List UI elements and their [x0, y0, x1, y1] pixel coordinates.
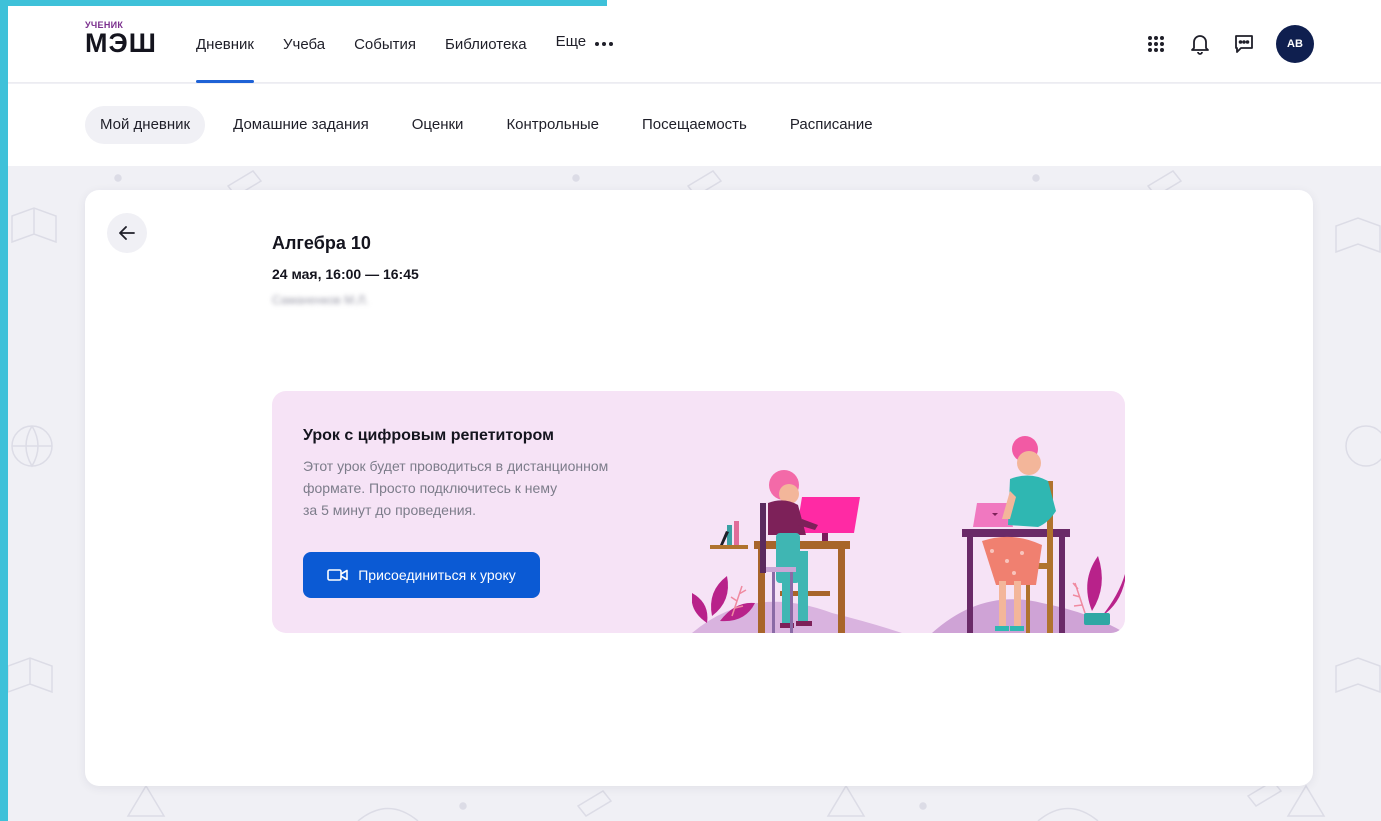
main-nav: Дневник Учеба События Библиотека Еще [196, 0, 614, 83]
more-label: Еще [555, 33, 587, 50]
digital-tutor-banner: Урок с цифровым репетитором Этот урок бу… [272, 391, 1125, 633]
lesson-time: 24 мая, 16:00 — 16:45 [272, 266, 419, 282]
top-header: УЧЕНИК МЭШ Дневник Учеба События Библиот… [8, 0, 1381, 83]
sub-nav-bar: Мой дневник Домашние задания Оценки Конт… [8, 84, 1381, 166]
bell-icon[interactable] [1188, 32, 1212, 56]
main-nav-diary[interactable]: Дневник [196, 0, 254, 83]
sub-nav-schedule[interactable]: Расписание [775, 106, 888, 144]
join-lesson-button[interactable]: Присоединиться к уроку [303, 552, 540, 598]
lesson-card: Алгебра 10 24 мая, 16:00 — 16:45 Саманен… [85, 190, 1313, 786]
header-actions: АВ [1144, 25, 1314, 63]
mesh-logo[interactable]: УЧЕНИК МЭШ [85, 20, 175, 60]
lesson-teacher: Саманенков М.Л. [272, 293, 369, 307]
main-nav-study[interactable]: Учеба [283, 0, 325, 83]
banner-line-1: Этот урок будет проводиться в дистанцион… [303, 458, 609, 474]
banner-title: Урок с цифровым репетитором [303, 427, 554, 444]
arrow-left-icon [119, 226, 135, 240]
sub-nav-grades[interactable]: Оценки [397, 106, 479, 144]
logo-title: МЭШ [85, 28, 157, 58]
students-illustration [692, 436, 1125, 633]
top-accent-strip [0, 0, 607, 6]
sub-nav-homework[interactable]: Домашние задания [218, 106, 384, 144]
sub-nav-tests[interactable]: Контрольные [491, 106, 614, 144]
main-nav-library[interactable]: Библиотека [445, 0, 527, 83]
more-dots-icon [595, 41, 614, 46]
sub-nav-attendance[interactable]: Посещаемость [627, 106, 762, 144]
video-camera-icon [327, 568, 349, 582]
user-avatar[interactable]: АВ [1276, 25, 1314, 63]
banner-description: Этот урок будет проводиться в дистанцион… [303, 455, 663, 521]
apps-grid-icon[interactable] [1144, 32, 1168, 56]
left-accent-strip [0, 0, 8, 821]
join-lesson-label: Присоединиться к уроку [358, 567, 516, 583]
banner-line-3: за 5 минут до проведения. [303, 502, 476, 518]
chat-icon[interactable] [1232, 32, 1256, 56]
main-nav-more[interactable]: Еще [556, 0, 614, 83]
back-button[interactable] [107, 213, 147, 253]
sub-nav-my-diary[interactable]: Мой дневник [85, 106, 206, 144]
lesson-title: Алгебра 10 [272, 233, 371, 253]
main-nav-events[interactable]: События [354, 0, 416, 83]
banner-line-2: формате. Просто подключитесь к нему [303, 480, 558, 496]
sub-nav: Мой дневник Домашние задания Оценки Конт… [85, 106, 901, 144]
